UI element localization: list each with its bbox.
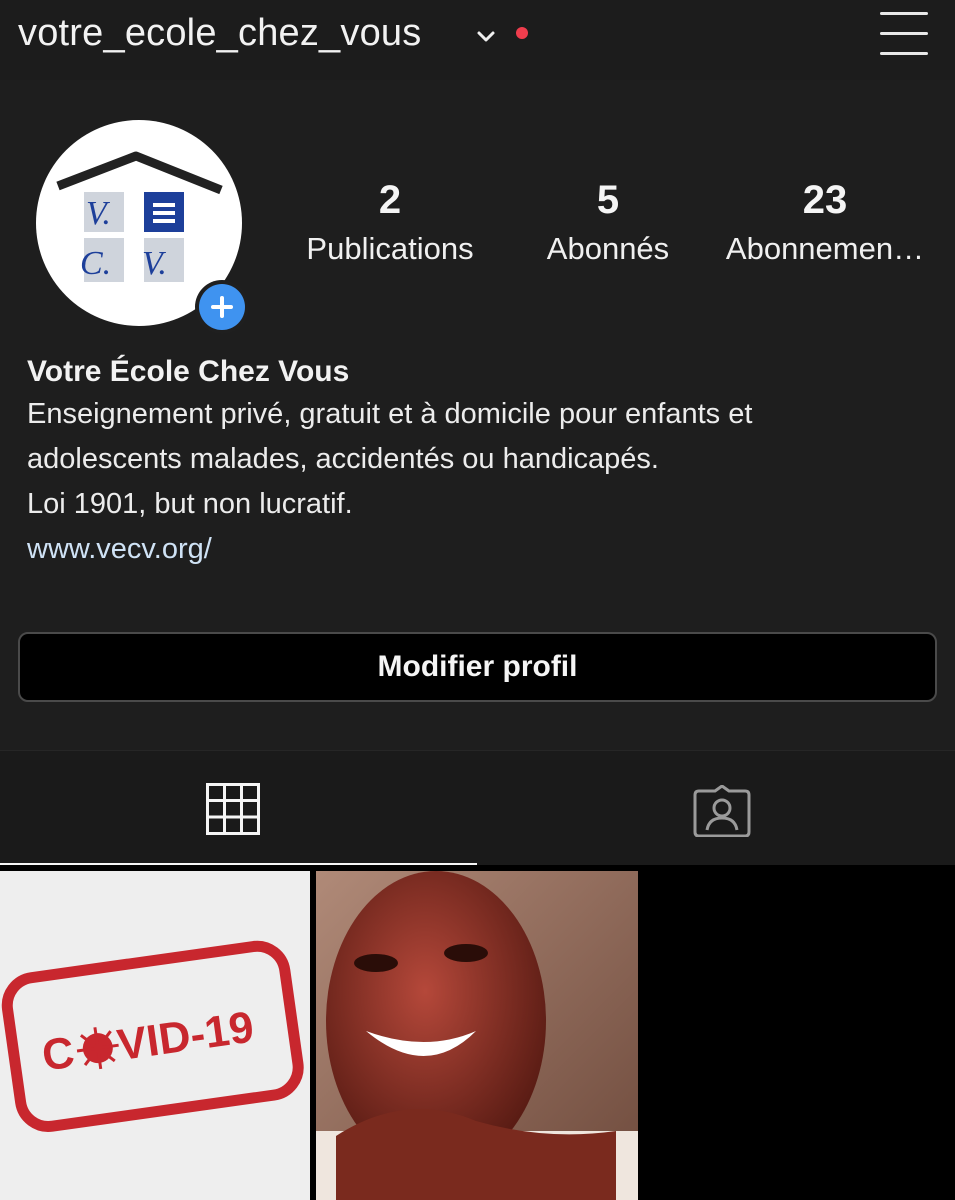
post-thumbnail[interactable]: C VID-19 <box>0 871 310 1200</box>
logo-letter: V. <box>86 195 111 232</box>
tagged-person-icon <box>693 785 751 837</box>
stamp-text: VID-19 <box>114 1003 256 1071</box>
post-thumbnail[interactable] <box>316 871 638 1200</box>
add-story-button[interactable] <box>195 280 249 334</box>
edit-profile-button[interactable]: Modifier profil <box>18 632 937 702</box>
hamburger-menu-icon[interactable] <box>878 10 930 56</box>
profile-tabs <box>0 750 955 866</box>
bio-line: adolescents malades, accidentés ou handi… <box>27 443 659 475</box>
stat-label: Publications <box>306 231 474 266</box>
chevron-down-icon[interactable] <box>474 24 498 48</box>
account-username[interactable]: votre_ecole_chez_vous <box>18 12 421 55</box>
stat-following[interactable]: 23 Abonnemen… <box>725 178 925 267</box>
stat-value: 23 <box>802 178 848 222</box>
stat-publications[interactable]: 2 Publications <box>290 178 490 267</box>
covid-stamp-image: C VID-19 <box>1 940 304 1132</box>
tab-tagged[interactable] <box>478 751 955 866</box>
tab-posts-grid[interactable] <box>0 751 477 866</box>
stat-label: Abonnemen… <box>725 231 925 266</box>
top-bar: votre_ecole_chez_vous <box>0 0 955 80</box>
bio-line: Loi 1901, but non lucratif. <box>27 488 353 520</box>
plus-icon <box>199 284 245 330</box>
bio-line: Enseignement privé, gratuit et à domicil… <box>27 398 753 430</box>
stat-followers[interactable]: 5 Abonnés <box>508 178 708 267</box>
logo-letter: C. <box>80 245 111 282</box>
grid-icon <box>206 783 260 835</box>
notification-dot <box>516 27 528 39</box>
stat-value: 5 <box>596 178 620 222</box>
profile-bio: Votre École Chez Vous Enseignement privé… <box>27 352 927 572</box>
stat-label: Abonnés <box>546 231 670 266</box>
logo-letter: V. <box>142 245 167 282</box>
website-link[interactable]: www.vecv.org/ <box>27 527 927 572</box>
stat-value: 2 <box>378 178 402 222</box>
profile-name: Votre École Chez Vous <box>27 355 350 388</box>
posts-grid: C VID-19 <box>0 865 955 1200</box>
smiling-girl-photo <box>316 871 638 1200</box>
stamp-text: C <box>39 1028 77 1081</box>
